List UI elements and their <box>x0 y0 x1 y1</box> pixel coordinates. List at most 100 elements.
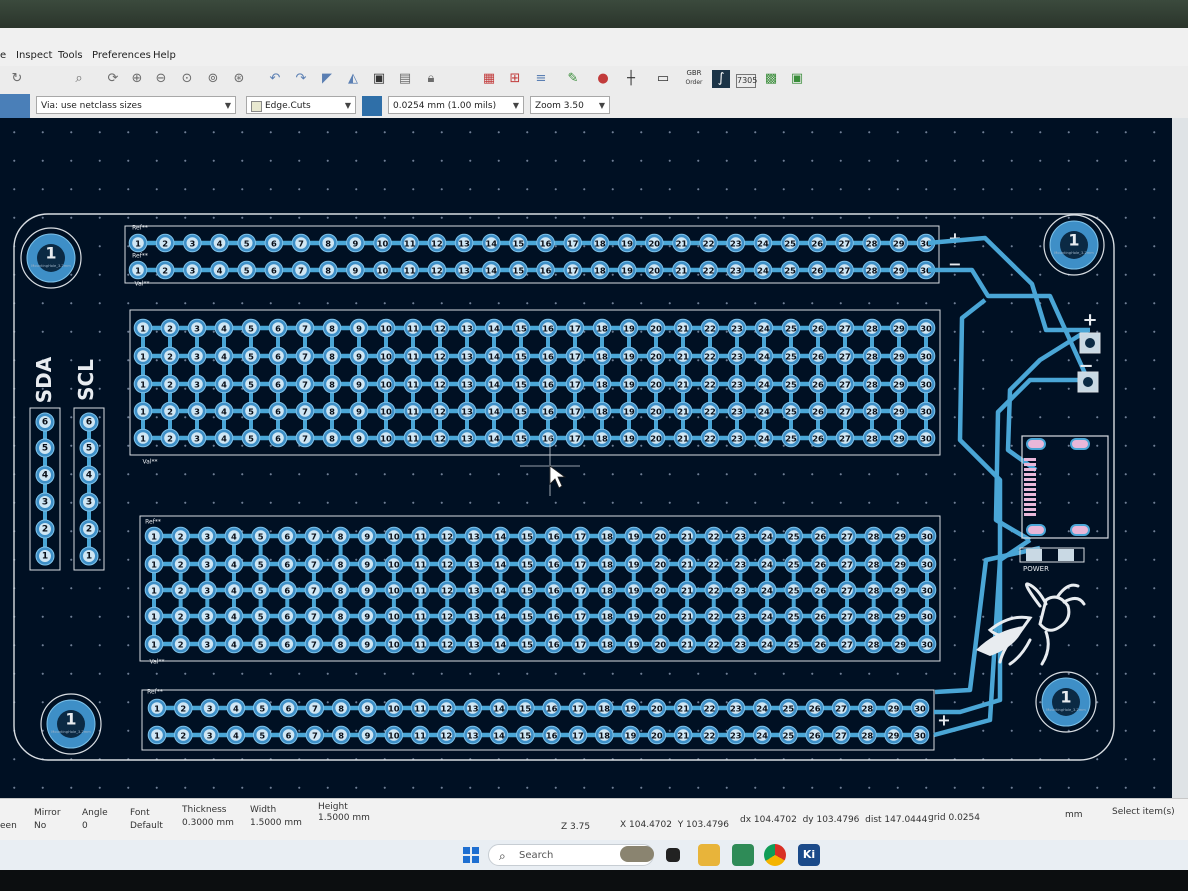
pad-number-label: 7 <box>302 407 308 417</box>
pad-number-label: 21 <box>676 266 688 276</box>
ungroup-icon[interactable]: ▤ <box>396 70 414 88</box>
pad-number-label: 27 <box>839 239 851 249</box>
power-switch-pad <box>1058 549 1074 561</box>
pad-number-label: 4 <box>221 324 227 334</box>
lock-icon[interactable]: 🔒︎ <box>422 70 440 88</box>
windows-start-icon[interactable] <box>460 844 482 866</box>
chrome-icon[interactable] <box>764 844 786 866</box>
sheets-app-icon[interactable] <box>732 844 754 866</box>
pad-number-label: 21 <box>676 239 688 249</box>
search-icon: ⌕ <box>499 849 506 863</box>
kicad-taskbar-icon[interactable]: Ki <box>798 844 820 866</box>
pad-number-label: 16 <box>548 532 560 542</box>
autoplace-icon[interactable]: ✎ <box>564 70 582 88</box>
footprint-inspect-icon[interactable]: ⊞ <box>506 70 524 88</box>
layer-color-swatch <box>251 101 262 112</box>
group-icon[interactable]: ▣ <box>370 70 388 88</box>
pad-number-label: 21 <box>677 352 689 362</box>
pad-number-label: 17 <box>575 560 587 570</box>
pad-number-label: 5 <box>258 586 264 596</box>
pad-number-label: 28 <box>868 532 880 542</box>
zoom-selection-icon[interactable]: ⊛ <box>230 70 248 88</box>
usb-signal-pad <box>1024 513 1036 516</box>
power-trace <box>928 267 1091 381</box>
netlist-icon[interactable]: ▦ <box>480 70 498 88</box>
pad-number-label: 3 <box>194 380 200 390</box>
grid-select[interactable]: 0.0254 mm (1.00 mils) ▼ <box>388 96 524 114</box>
zoom-out-icon[interactable]: ⊖ <box>152 70 170 88</box>
pad-number-label: 4 <box>217 239 223 249</box>
mirror-icon[interactable]: ◭ <box>344 70 362 88</box>
pad-number-label: 8 <box>325 239 331 249</box>
file-explorer-icon[interactable] <box>698 844 720 866</box>
pad-number-label: 6 <box>275 352 281 362</box>
refresh-icon[interactable]: ⟳ <box>104 70 122 88</box>
menu-inspect[interactable]: Inspect <box>16 50 52 61</box>
via-size-select[interactable]: Via: use netclass sizes ▼ <box>36 96 236 114</box>
pad-number-label: 22 <box>704 352 716 362</box>
menu-tools[interactable]: Tools <box>58 50 83 61</box>
header-pin-number: 1 <box>42 552 48 562</box>
pad-number-label: 7 <box>311 612 317 622</box>
pad-number-label: 17 <box>575 640 587 650</box>
route-icon[interactable]: ┼ <box>622 70 640 88</box>
track-width-icon[interactable] <box>0 94 30 118</box>
zoom-select[interactable]: Zoom 3.50 ▼ <box>530 96 610 114</box>
task-view-icon[interactable] <box>666 848 680 862</box>
pad-number-label: 19 <box>628 560 640 570</box>
pad-number-label: 2 <box>167 324 173 334</box>
pad-number-label: 24 <box>756 731 768 741</box>
pad-number-label: 9 <box>365 731 371 741</box>
rotate-cw-icon[interactable]: ↷ <box>292 70 310 88</box>
drc-icon[interactable]: ● <box>594 70 612 88</box>
layer-stack-icon[interactable]: ≡ <box>532 70 550 88</box>
zoom-objects-icon[interactable]: ⊚ <box>204 70 222 88</box>
board-setup-icon[interactable]: ▩ <box>762 70 780 88</box>
pad-number-label: 6 <box>284 586 290 596</box>
tool-7305-icon[interactable]: 7305 <box>736 74 757 88</box>
pad-number-label: 5 <box>244 266 250 276</box>
3d-viewer-icon[interactable]: ▣ <box>788 70 806 88</box>
scripting-console-icon[interactable]: ▭ <box>654 70 672 88</box>
pad-number-label: 20 <box>648 266 660 276</box>
menu-bar: e Inspect Tools Preferences Help <box>0 46 1188 66</box>
find-icon[interactable]: ⌕ <box>70 70 88 88</box>
pad-number-label: 28 <box>862 731 874 741</box>
pad-number-label: 6 <box>284 560 290 570</box>
zoom-in-icon[interactable]: ⊕ <box>128 70 146 88</box>
pad-number-label: 12 <box>434 324 446 334</box>
pad-number-label: 30 <box>914 704 926 714</box>
layer-select[interactable]: Edge.Cuts ▼ <box>246 96 356 114</box>
rotate-ccw-icon[interactable]: ↶ <box>266 70 284 88</box>
pad-number-label: 3 <box>204 586 210 596</box>
pad-number-label: 8 <box>329 352 335 362</box>
pad-number-label: 15 <box>520 731 532 741</box>
pad-number-label: 23 <box>735 612 747 622</box>
pcb-canvas[interactable]: Ref** Ref** Val** 1 2 3 4 5 6 7 8 9 10 11 12 13 14 15 16 17… <box>0 118 1172 798</box>
pad-number-label: 24 <box>761 586 773 596</box>
pad-number-label: 15 <box>521 612 533 622</box>
mounting-hole-value: MountingHole_3.2mm <box>1054 251 1094 255</box>
pad-number-label: 16 <box>542 434 554 444</box>
step-export-icon[interactable]: ∫ <box>712 70 730 88</box>
pad-number-label: 30 <box>920 407 932 417</box>
gerber-order-button[interactable]: GBR Order <box>682 69 706 87</box>
pad-number-label: 11 <box>407 434 419 444</box>
pad-number-label: 12 <box>434 352 446 362</box>
menu-preferences[interactable]: Preferences <box>92 50 151 61</box>
header-pin-number: 1 <box>86 552 92 562</box>
pad-number-label: 28 <box>866 407 878 417</box>
pad-number-label: 22 <box>708 586 720 596</box>
menu-help[interactable]: Help <box>153 50 176 61</box>
layer-pair-icon[interactable] <box>362 96 382 116</box>
pad-number-label: 17 <box>575 532 587 542</box>
flip-horizontal-icon[interactable]: ◤ <box>318 70 336 88</box>
zoom-fit-icon[interactable]: ⊙ <box>178 70 196 88</box>
redo-icon[interactable]: ↻ <box>8 70 26 88</box>
pad-number-label: 24 <box>758 352 770 362</box>
pad-number-label: 27 <box>841 560 853 570</box>
menu-file[interactable]: e <box>0 50 6 61</box>
ref-label: Ref** <box>147 689 163 696</box>
scl-label: SCL <box>74 359 98 401</box>
pad-number-label: 2 <box>178 586 184 596</box>
